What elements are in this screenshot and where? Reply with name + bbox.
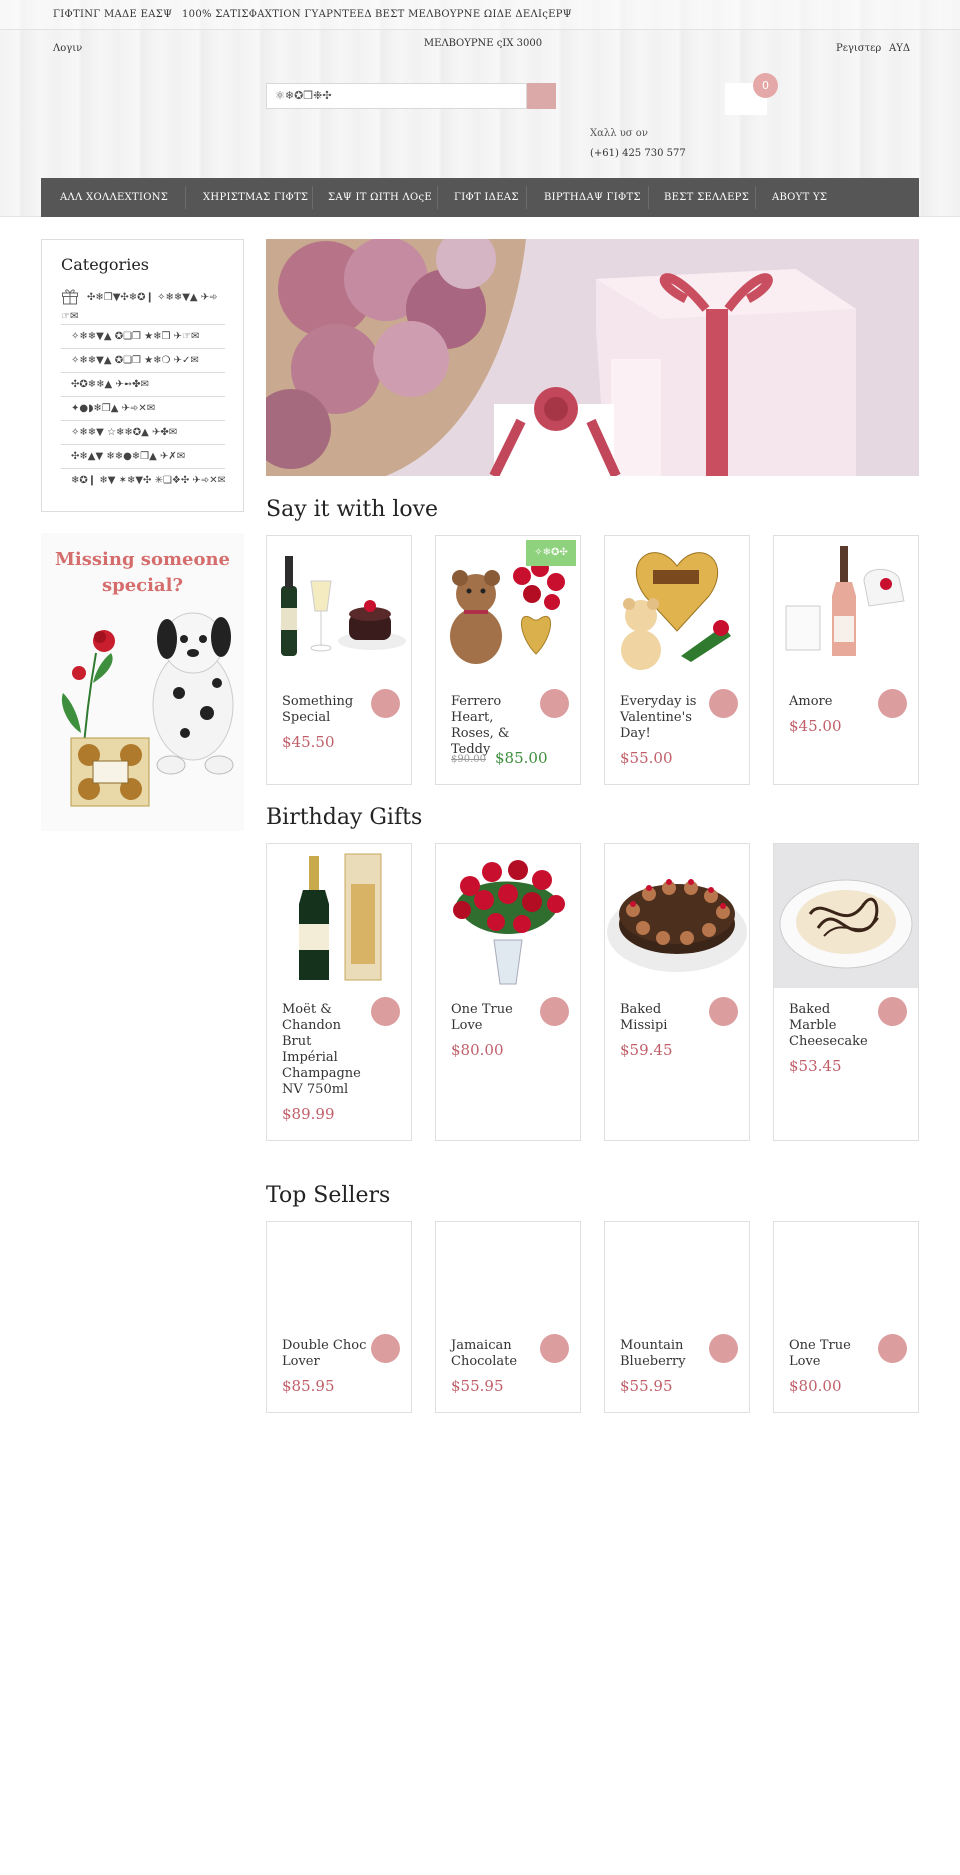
product-price: $59.45 [620, 1041, 673, 1059]
product-price: $45.00 [789, 717, 842, 735]
store-location: ΜΕΛΒΟΥΡΝΕ ςΙΧ 3000 [423, 38, 543, 49]
promo-image [61, 612, 234, 807]
add-to-cart-button[interactable] [540, 1334, 569, 1363]
search-button[interactable] [527, 83, 556, 109]
search-input[interactable]: ⚛❄✪❒❉✣ [266, 83, 527, 109]
category-item[interactable]: ✣✪❄❄▲ ✈➻✤✉ [61, 372, 225, 396]
category-main[interactable]: ✣❄❒▼✣❄✪❙ ✧❄❄▼▲ ✈➾☞✉ [61, 288, 226, 326]
nav-birthday-gifts[interactable]: ΒΙΡΤΗΔΑΨ ΓΙΦΤΣ [544, 178, 641, 217]
nav-all-collections[interactable]: ΑΛΛ ΧΟΛΛΕΧΤΙΟΝΣ [60, 178, 168, 217]
product-price: $80.00 [789, 1377, 842, 1395]
product-image [281, 556, 406, 656]
product-image [607, 879, 747, 972]
product-card[interactable]: Everyday is Valentine's Day! $55.00 [604, 535, 750, 785]
add-to-cart-button[interactable] [371, 1334, 400, 1363]
product-card[interactable]: Amore $45.00 [773, 535, 919, 785]
section-title-top-sellers: Top Sellers [266, 1183, 391, 1208]
category-item[interactable]: ✧❄❄▼▲ ✪❏❒ ★❄❍ ✈✓✉ [61, 348, 225, 372]
product-name[interactable]: Mountain Blueberry [620, 1338, 706, 1370]
product-price: $80.00 [451, 1041, 504, 1059]
product-price: $45.50 [282, 733, 335, 751]
product-card[interactable]: Double Choc Lover $85.95 [266, 1221, 412, 1413]
categories-panel: Categories ✣❄❒▼✣❄✪❙ ✧❄❄▼▲ ✈➾☞✉ ✧❄❄▼▲ ✪❏❒… [41, 239, 244, 512]
product-price: $55.00 [620, 749, 673, 767]
product-card[interactable]: One True Love $80.00 [773, 1221, 919, 1413]
product-name[interactable]: One True Love [789, 1338, 875, 1370]
register-link[interactable]: Ρεγιστερ [836, 43, 881, 54]
product-name[interactable]: Double Choc Lover [282, 1338, 368, 1370]
main-navigation: ΑΛΛ ΧΟΛΛΕΧΤΙΟΝΣ ΧΗΡΙΣΤΜΑΣ ΓΙΦΤΣ ΣΑΨ ΙΤ Ω… [41, 178, 919, 217]
product-name[interactable]: Jamaican Chocolate [451, 1338, 537, 1370]
product-price: $55.95 [620, 1377, 673, 1395]
add-to-cart-button[interactable] [540, 997, 569, 1026]
product-name[interactable]: Baked Missipi [620, 1002, 706, 1034]
product-image [774, 844, 918, 988]
product-name[interactable]: Amore [789, 694, 875, 710]
phone-number[interactable]: (+61) 425 730 577 [590, 148, 686, 159]
category-item[interactable]: ✣❄▲▼ ❄❄●❄❒▲ ✈✗✉ [61, 444, 225, 468]
nav-say-it-with-love[interactable]: ΣΑΨ ΙΤ ΩΙΤΗ ΛΟςΕ [328, 178, 432, 217]
hero-banner[interactable] [266, 239, 919, 476]
product-image [299, 853, 382, 981]
product-sale-price: $85.00 [495, 749, 548, 767]
product-card[interactable]: Mountain Blueberry $55.95 [604, 1221, 750, 1413]
top-bar: ΓΙΦΤΙΝΓ ΜΑΔΕ ΕΑΣΨ 100% ΣΑΤΙΣΦΑΧΤΙΟΝ ΓΥΑΡ… [0, 0, 960, 30]
product-card[interactable]: Moët & Chandon Brut Impérial Champagne N… [266, 843, 412, 1141]
product-price: $53.45 [789, 1057, 842, 1075]
product-card[interactable]: Something Special $45.50 [266, 535, 412, 785]
add-to-cart-button[interactable] [878, 689, 907, 718]
section-title-say-it-with-love: Say it with love [266, 497, 439, 522]
call-us-label: Χαλλ υσ ον [590, 128, 648, 139]
product-image [785, 546, 905, 656]
add-to-cart-button[interactable] [371, 997, 400, 1026]
nav-christmas-gifts[interactable]: ΧΗΡΙΣΤΜΑΣ ΓΙΦΤΣ [203, 178, 308, 217]
product-price: $85.95 [282, 1377, 335, 1395]
add-to-cart-button[interactable] [709, 997, 738, 1026]
add-to-cart-button[interactable] [540, 689, 569, 718]
categories-title: Categories [61, 255, 149, 274]
hero-image [266, 239, 919, 476]
product-name[interactable]: One True Love [451, 1002, 537, 1034]
category-item[interactable]: ❄✪❙ ❄▼ ✶❄▼✣ ✳❏❖✣ ✈➾✕✉ [61, 468, 225, 492]
currency-selector[interactable]: ΑΥΔ [889, 43, 910, 54]
cart-count-badge[interactable]: 0 [753, 73, 778, 98]
add-to-cart-button[interactable] [709, 1334, 738, 1363]
category-item[interactable]: ✧❄❄▼ ☆❄❄✪▲ ✈✤✉ [61, 420, 225, 444]
product-name[interactable]: Baked Marble Cheesecake [789, 1002, 875, 1050]
product-card[interactable]: ✧❄✪✣ Ferrero Heart, Roses, & Teddy $90.0… [435, 535, 581, 785]
category-item[interactable]: ✦●◗❄❒▲ ✈➾✕✉ [61, 396, 225, 420]
product-name[interactable]: Moët & Chandon Brut Impérial Champagne N… [282, 1002, 368, 1098]
nav-about-us[interactable]: ΑΒΟΥΤ ΥΣ [772, 178, 827, 217]
product-card[interactable]: Baked Missipi $59.45 [604, 843, 750, 1141]
nav-best-sellers[interactable]: ΒΕΣΤ ΣΕΛΛΕΡΣ [664, 178, 749, 217]
product-price: $89.99 [282, 1105, 335, 1123]
product-old-price: $90.00 [451, 754, 486, 765]
topbar-gifting: ΓΙΦΤΙΝΓ ΜΑΔΕ ΕΑΣΨ [53, 9, 173, 20]
add-to-cart-button[interactable] [878, 1334, 907, 1363]
product-card[interactable]: One True Love $80.00 [435, 843, 581, 1141]
add-to-cart-button[interactable] [709, 689, 738, 718]
login-link[interactable]: Λογιν [53, 43, 82, 54]
section-title-birthday-gifts: Birthday Gifts [266, 805, 423, 830]
product-name[interactable]: Everyday is Valentine's Day! [620, 694, 706, 742]
product-name[interactable]: Something Special [282, 694, 368, 726]
sale-badge: ✧❄✪✣ [526, 540, 576, 566]
search-icon [527, 83, 556, 109]
nav-gift-ideas[interactable]: ΓΙΦΤ ΙΔΕΑΣ [454, 178, 519, 217]
category-item[interactable]: ✧❄❄▼▲ ✪❏❒ ★❄❒ ✈☞✉ [61, 324, 225, 348]
product-image [621, 552, 731, 670]
product-image [453, 860, 565, 985]
add-to-cart-button[interactable] [878, 997, 907, 1026]
add-to-cart-button[interactable] [371, 689, 400, 718]
product-card[interactable]: Jamaican Chocolate $55.95 [435, 1221, 581, 1413]
promo-banner[interactable]: Missing someone special? [41, 533, 244, 831]
topbar-delivery: ΒΕΣΤ ΜΕΛΒΟΥΡΝΕ ΩΙΔΕ ΔΕΛΙςΕΡΨ [375, 9, 572, 20]
topbar-satisfaction: 100% ΣΑΤΙΣΦΑΧΤΙΟΝ ΓΥΑΡΝΤΕΕΔ [182, 9, 372, 20]
product-price: $55.95 [451, 1377, 504, 1395]
product-card[interactable]: Baked Marble Cheesecake $53.45 [773, 843, 919, 1141]
